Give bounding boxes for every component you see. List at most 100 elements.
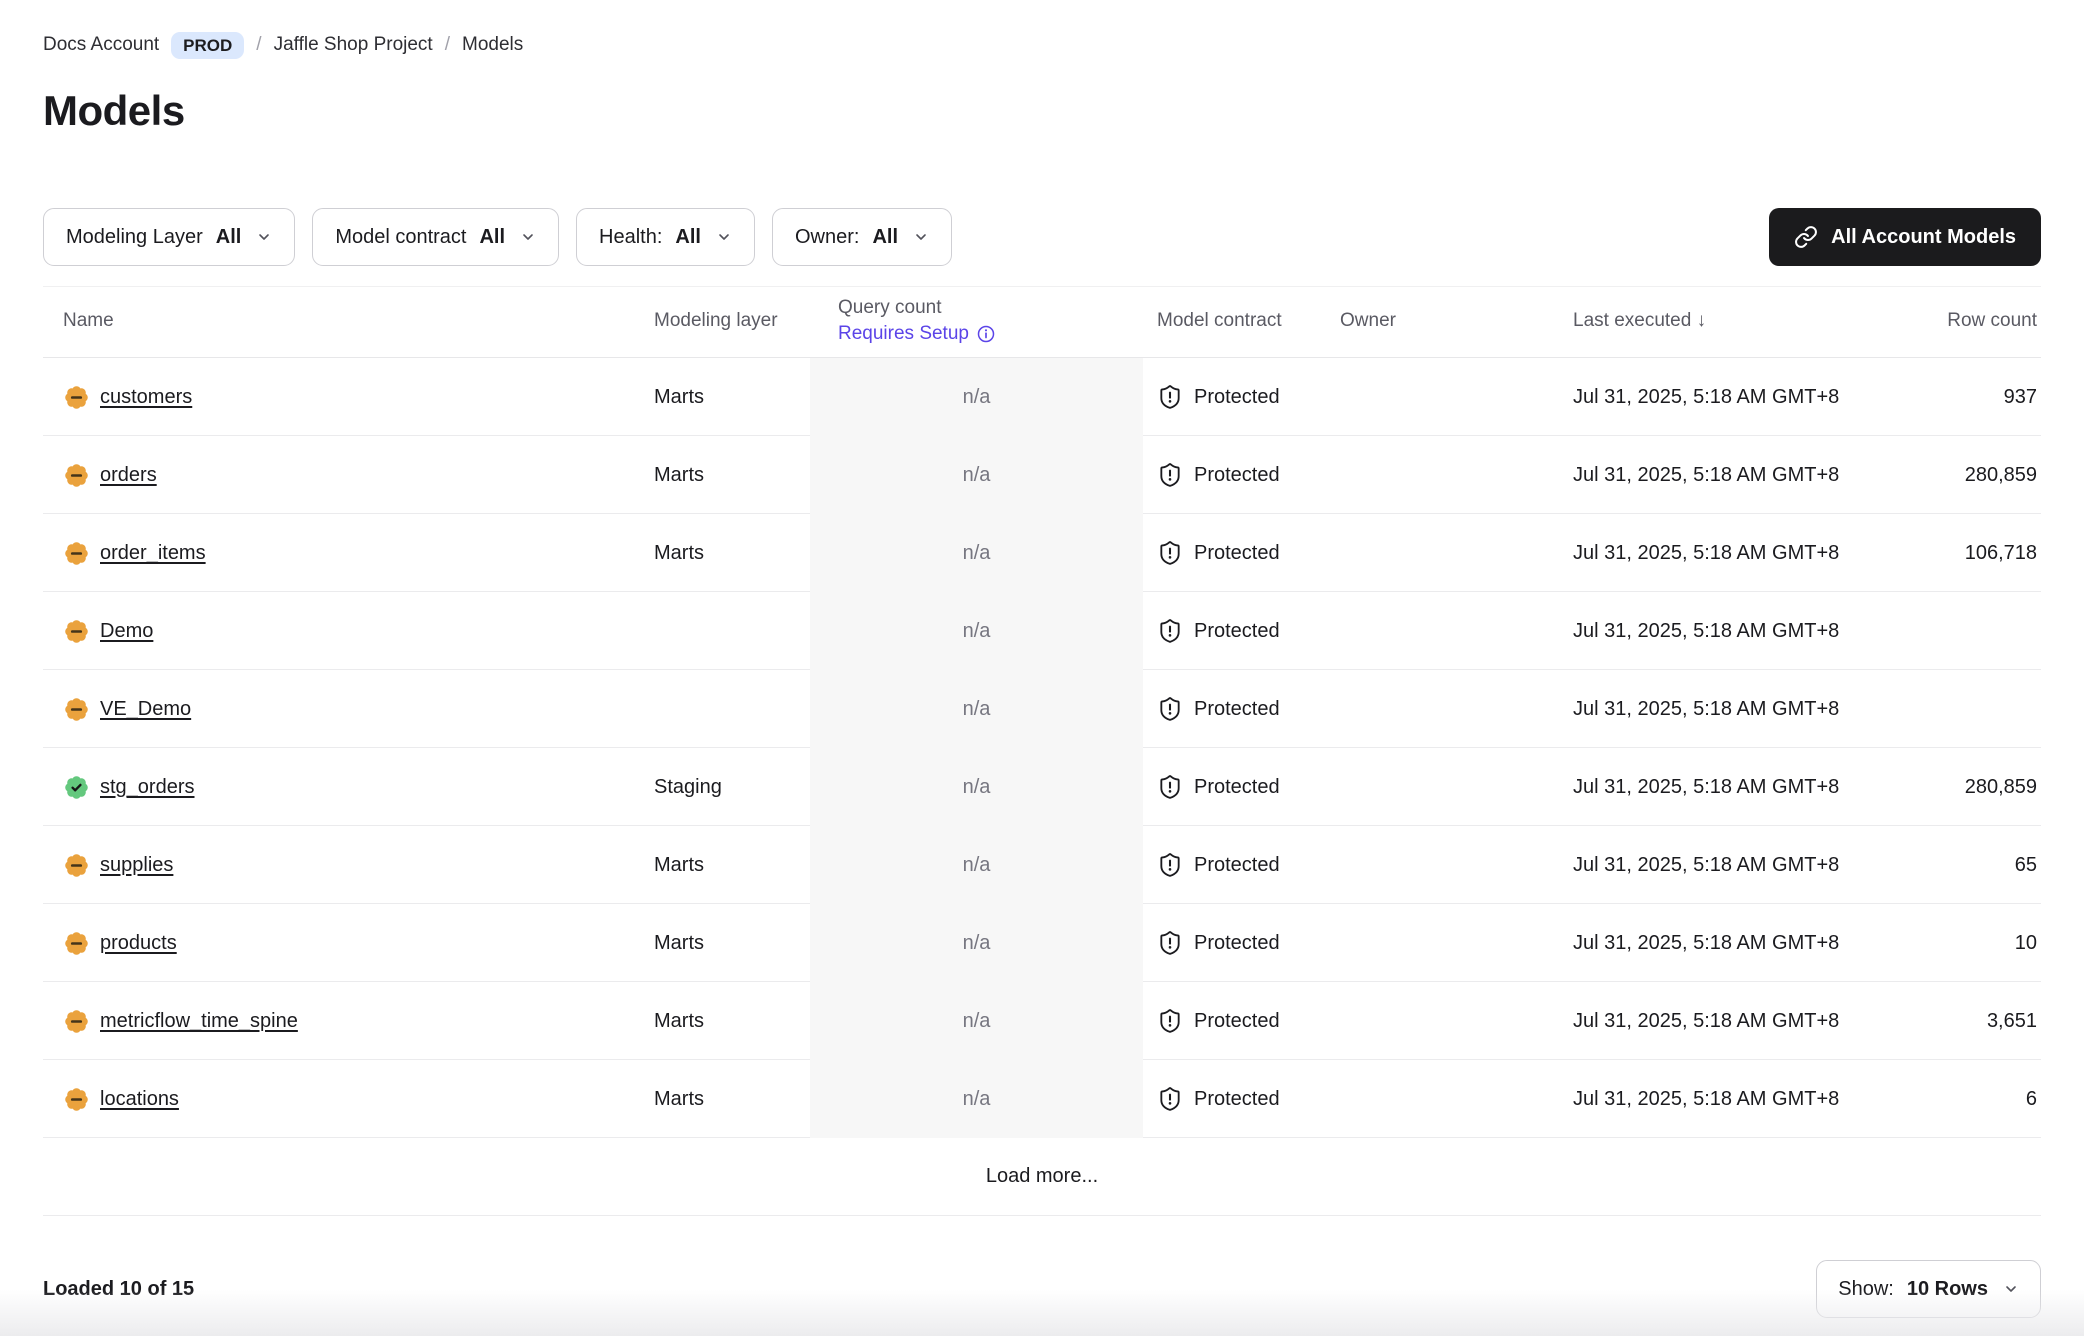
model-contract-cell: Protected [1143, 1086, 1340, 1112]
query-count-cell: n/a [810, 670, 1143, 748]
row-count-cell: 280,859 [1889, 776, 2041, 799]
warning-badge-icon [63, 930, 90, 957]
model-contract-label: Protected [1194, 1010, 1280, 1033]
filter-modeling-layer[interactable]: Modeling Layer All [43, 208, 295, 266]
model-link[interactable]: customers [100, 386, 192, 409]
modeling-layer-cell: Marts [654, 854, 810, 877]
loaded-count-text: Loaded 10 of 15 [43, 1278, 194, 1301]
last-executed-cell: Jul 31, 2025, 5:18 AM GMT+8 [1573, 932, 1889, 955]
breadcrumb-project[interactable]: Jaffle Shop Project [274, 34, 433, 56]
model-contract-cell: Protected [1143, 852, 1340, 878]
model-contract-label: Protected [1194, 464, 1280, 487]
show-rows-select[interactable]: Show: 10 Rows [1816, 1260, 2041, 1318]
model-link[interactable]: Demo [100, 620, 153, 643]
row-count-cell: 10 [1889, 932, 2041, 955]
query-count-cell: n/a [810, 358, 1143, 436]
show-rows-label: Show: [1838, 1278, 1894, 1301]
modeling-layer-cell: Marts [654, 1088, 810, 1111]
load-more-button[interactable]: Load more... [43, 1138, 2041, 1216]
table-row: locations Marts n/a Protected Jul 31, 20… [43, 1060, 2041, 1138]
health-status-icon [63, 462, 90, 489]
chevron-down-icon [716, 229, 732, 245]
modeling-layer-cell: Marts [654, 932, 810, 955]
chevron-down-icon [913, 229, 929, 245]
shield-alert-icon [1157, 930, 1183, 956]
modeling-layer-cell: Marts [654, 542, 810, 565]
row-count-cell: 6 [1889, 1088, 2041, 1111]
shield-alert-icon [1157, 462, 1183, 488]
model-contract-cell: Protected [1143, 384, 1340, 410]
table-row: products Marts n/a Protected Jul 31, 202… [43, 904, 2041, 982]
table-row: order_items Marts n/a Protected Jul 31, … [43, 514, 2041, 592]
model-name-cell: supplies [43, 852, 654, 879]
chevron-down-icon [256, 229, 272, 245]
last-executed-cell: Jul 31, 2025, 5:18 AM GMT+8 [1573, 464, 1889, 487]
last-executed-cell: Jul 31, 2025, 5:18 AM GMT+8 [1573, 776, 1889, 799]
breadcrumb: Docs Account PROD / Jaffle Shop Project … [43, 30, 2041, 60]
filter-label: Health: [599, 226, 662, 249]
query-count-cell: n/a [810, 592, 1143, 670]
model-link[interactable]: locations [100, 1088, 179, 1111]
model-name-cell: products [43, 930, 654, 957]
header-modeling-layer: Modeling layer [654, 310, 810, 332]
breadcrumb-current: Models [462, 34, 523, 56]
page-title: Models [43, 86, 2041, 136]
shield-alert-icon [1157, 696, 1183, 722]
table-row: metricflow_time_spine Marts n/a Protecte… [43, 982, 2041, 1060]
model-contract-cell: Protected [1143, 930, 1340, 956]
shield-alert-icon [1157, 540, 1183, 566]
filter-label: Owner: [795, 226, 859, 249]
model-link[interactable]: VE_Demo [100, 698, 191, 721]
model-contract-label: Protected [1194, 932, 1280, 955]
model-link[interactable]: metricflow_time_spine [100, 1010, 298, 1033]
row-count-cell: 937 [1889, 386, 2041, 409]
filter-owner[interactable]: Owner: All [772, 208, 952, 266]
success-badge-icon [63, 774, 90, 801]
model-name-cell: Demo [43, 618, 654, 645]
warning-badge-icon [63, 618, 90, 645]
model-link[interactable]: supplies [100, 854, 173, 877]
header-query-count: Query count Requires Setup [810, 297, 1143, 345]
row-count-cell: 65 [1889, 854, 2041, 877]
warning-badge-icon [63, 852, 90, 879]
toolbar: Modeling Layer All Model contract All He… [43, 208, 2041, 266]
warning-badge-icon [63, 1086, 90, 1113]
header-last-executed[interactable]: Last executed ↓ [1573, 310, 1889, 332]
requires-setup-link[interactable]: Requires Setup [838, 323, 1143, 345]
table-row: VE_Demo n/a Protected Jul 31, 2025, 5:18… [43, 670, 2041, 748]
modeling-layer-cell: Staging [654, 776, 810, 799]
breadcrumb-separator: / [256, 34, 261, 56]
header-owner: Owner [1340, 310, 1573, 332]
query-count-cell: n/a [810, 514, 1143, 592]
warning-badge-icon [63, 384, 90, 411]
filter-bar: Modeling Layer All Model contract All He… [43, 208, 952, 266]
last-executed-cell: Jul 31, 2025, 5:18 AM GMT+8 [1573, 620, 1889, 643]
table-row: orders Marts n/a Protected Jul 31, 2025,… [43, 436, 2041, 514]
query-count-cell: n/a [810, 826, 1143, 904]
filter-label: Modeling Layer [66, 226, 203, 249]
filter-value: All [216, 226, 242, 249]
warning-badge-icon [63, 696, 90, 723]
chevron-down-icon [2003, 1281, 2019, 1297]
model-link[interactable]: products [100, 932, 177, 955]
model-contract-label: Protected [1194, 620, 1280, 643]
query-count-cell: n/a [810, 748, 1143, 826]
health-status-icon [63, 384, 90, 411]
breadcrumb-account[interactable]: Docs Account [43, 34, 159, 56]
model-link[interactable]: order_items [100, 542, 206, 565]
all-account-models-label: All Account Models [1831, 226, 2016, 249]
model-link[interactable]: orders [100, 464, 157, 487]
shield-alert-icon [1157, 618, 1183, 644]
modeling-layer-cell: Marts [654, 386, 810, 409]
table-header: Name Modeling layer Query count Requires… [43, 287, 2041, 358]
model-contract-label: Protected [1194, 1088, 1280, 1111]
last-executed-cell: Jul 31, 2025, 5:18 AM GMT+8 [1573, 1088, 1889, 1111]
model-link[interactable]: stg_orders [100, 776, 195, 799]
pagination-footer: Loaded 10 of 15 Show: 10 Rows [43, 1260, 2041, 1318]
filter-model-contract[interactable]: Model contract All [312, 208, 559, 266]
warning-badge-icon [63, 1008, 90, 1035]
table-row: supplies Marts n/a Protected Jul 31, 202… [43, 826, 2041, 904]
all-account-models-button[interactable]: All Account Models [1769, 208, 2041, 266]
filter-health[interactable]: Health: All [576, 208, 755, 266]
requires-setup-label: Requires Setup [838, 323, 969, 345]
